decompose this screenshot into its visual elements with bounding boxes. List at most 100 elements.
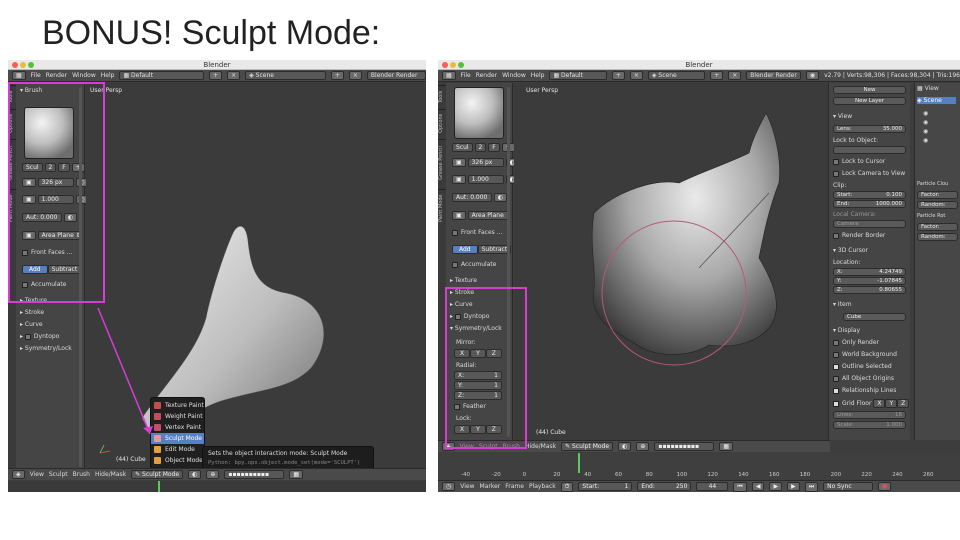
- item-section-header[interactable]: ▾ Item: [833, 301, 906, 308]
- render-border-checkbox[interactable]: [833, 232, 839, 239]
- brush-name-field[interactable]: Scul: [452, 143, 473, 152]
- scene-select[interactable]: ◈ Scene: [245, 71, 326, 80]
- camera-field[interactable]: Camera: [833, 220, 906, 228]
- section-symmetry[interactable]: ▸ Symmetry/Lock: [20, 345, 72, 352]
- next-key-icon[interactable]: ▶: [787, 482, 800, 491]
- preview-range-icon[interactable]: ⏱: [560, 481, 574, 492]
- add-direction-button[interactable]: Add: [452, 245, 478, 254]
- sculpt-plane-icon[interactable]: ▣: [452, 211, 466, 220]
- timeline-playback-menu[interactable]: Playback: [529, 483, 556, 490]
- relationship-lines-row[interactable]: Relationship Lines: [833, 387, 906, 394]
- menu-edit-mode[interactable]: Edit Mode: [151, 444, 204, 455]
- shading-icon[interactable]: ◐: [618, 442, 632, 451]
- front-faces-row[interactable]: Front Faces ...: [452, 229, 502, 236]
- 3d-viewport[interactable]: User Persp (44) Cube: [514, 83, 828, 440]
- play-icon[interactable]: ▶: [769, 482, 783, 491]
- prev-key-icon[interactable]: ◀: [751, 482, 765, 491]
- add-layout-icon[interactable]: +: [611, 71, 625, 80]
- clip-start-field[interactable]: Start: 0.100: [833, 191, 906, 199]
- grid-y-toggle[interactable]: Y: [885, 399, 898, 408]
- accumulate-checkbox[interactable]: [452, 261, 458, 268]
- grid-x-toggle[interactable]: X: [873, 399, 886, 408]
- layers-grid[interactable]: ▪▪▪▪▪▪▪▪▪▪: [654, 442, 715, 451]
- particle-random-field[interactable]: Random:: [917, 201, 958, 209]
- footer-sculpt-menu[interactable]: Sculpt: [49, 471, 68, 478]
- menu-vertex-paint[interactable]: Vertex Paint: [151, 422, 204, 433]
- cursor-z-field[interactable]: Z: 0.80655: [833, 286, 906, 294]
- all-origins-checkbox[interactable]: [833, 375, 839, 382]
- tab-paint-mode[interactable]: Paint Mode: [438, 189, 446, 227]
- grease-new-button[interactable]: New: [833, 86, 906, 94]
- mode-select[interactable]: ✎ Sculpt Mode: [131, 470, 184, 479]
- layers-grid[interactable]: ▪▪▪▪▪▪▪▪▪▪: [224, 470, 285, 479]
- end-frame-field[interactable]: End: 250: [637, 482, 692, 491]
- current-frame-marker[interactable]: [578, 453, 580, 473]
- menu-help[interactable]: Help: [531, 72, 545, 79]
- front-faces-checkbox[interactable]: [452, 229, 458, 236]
- timeline-marker-menu[interactable]: Marker: [480, 483, 501, 490]
- remove-scene-icon[interactable]: ×: [728, 71, 742, 80]
- editor-type-icon[interactable]: ▦: [12, 71, 26, 80]
- footer-view-menu[interactable]: View: [30, 471, 44, 478]
- add-layout-icon[interactable]: +: [209, 71, 223, 80]
- sync-select[interactable]: No Sync: [823, 482, 874, 491]
- item-name-field[interactable]: Cube: [843, 313, 906, 321]
- autosmooth-field[interactable]: Aut: 0.000: [452, 193, 492, 202]
- layout-select[interactable]: ▦ Default: [119, 71, 205, 80]
- cursor-section-header[interactable]: ▾ 3D Cursor: [833, 247, 906, 254]
- relationship-lines-checkbox[interactable]: [833, 387, 839, 394]
- pivot-icon[interactable]: ⊕: [636, 442, 650, 451]
- strength-icon[interactable]: ▣: [452, 175, 466, 184]
- timeline-editor[interactable]: -40 -20 0 20 40 60 80 100 120 140 160 180 200 220 240 2…: [438, 453, 960, 480]
- jump-end-icon[interactable]: ⏭: [804, 481, 819, 492]
- menu-weight-paint[interactable]: Weight Paint: [151, 411, 204, 422]
- world-background-checkbox[interactable]: [833, 351, 839, 358]
- lock-object-field[interactable]: [833, 146, 906, 154]
- lens-field[interactable]: Lens: 35.000: [833, 125, 906, 133]
- outline-selected-row[interactable]: Outline Selected: [833, 363, 906, 370]
- footer-brush-menu[interactable]: Brush: [73, 471, 90, 478]
- rot-random-field[interactable]: Random:: [917, 233, 958, 241]
- timeline-strip[interactable]: [8, 481, 426, 492]
- jump-start-icon[interactable]: ⏮: [733, 481, 747, 492]
- remove-layout-icon[interactable]: ×: [629, 71, 643, 80]
- footer-editor-type-icon[interactable]: ◈: [12, 470, 25, 479]
- timeline-view-menu[interactable]: View: [460, 483, 474, 490]
- tab-grease-pencil[interactable]: Grease Pencil: [438, 139, 446, 187]
- menu-render[interactable]: Render: [476, 72, 497, 79]
- autosmooth-pressure-icon[interactable]: ◐: [493, 193, 508, 202]
- remove-scene-icon[interactable]: ×: [348, 71, 362, 80]
- grid-floor-row[interactable]: Grid Floor XYZ: [833, 399, 910, 408]
- particle-factor-field[interactable]: Factor:: [917, 191, 958, 199]
- all-object-origins-row[interactable]: All Object Origins: [833, 375, 906, 382]
- brush-preview-thumbnail[interactable]: [454, 87, 504, 139]
- current-frame-field[interactable]: 44: [696, 482, 729, 491]
- accumulate-row[interactable]: Accumulate: [452, 261, 496, 268]
- pivot-icon[interactable]: ⊕: [206, 470, 220, 479]
- radius-unit-icon[interactable]: ▣: [452, 158, 466, 167]
- fake-user-toggle[interactable]: F: [488, 143, 500, 152]
- radius-field[interactable]: 326 px: [467, 158, 504, 167]
- section-stroke[interactable]: ▸ Stroke: [20, 309, 44, 316]
- lock-camera-checkbox[interactable]: [833, 170, 839, 177]
- lock-cursor-checkbox[interactable]: [833, 158, 839, 165]
- section-dyntopo[interactable]: ▸ Dyntopo: [20, 333, 59, 340]
- strength-field[interactable]: 1.000: [467, 175, 504, 184]
- cursor-y-field[interactable]: Y: -1.07845: [833, 277, 906, 285]
- lock-camera-row[interactable]: Lock Camera to View: [833, 170, 906, 177]
- menu-sculpt-mode[interactable]: Sculpt Mode: [151, 433, 204, 444]
- add-scene-icon[interactable]: +: [330, 71, 344, 80]
- record-icon[interactable]: ●: [878, 482, 892, 491]
- tab-options[interactable]: Options: [438, 109, 446, 137]
- render-engine-select[interactable]: Blender Render: [746, 71, 801, 80]
- dyntopo-checkbox[interactable]: [24, 333, 31, 340]
- render-border-row[interactable]: Render Border: [833, 232, 906, 239]
- menu-help[interactable]: Help: [101, 72, 115, 79]
- timeline-frame-menu[interactable]: Frame: [505, 483, 524, 490]
- grid-lines-field[interactable]: Lines: 16: [833, 411, 906, 419]
- outliner-view-menu[interactable]: ▦ View: [917, 85, 956, 92]
- section-curve[interactable]: ▸ Curve: [20, 321, 43, 328]
- menu-window[interactable]: Window: [72, 72, 96, 79]
- menu-render[interactable]: Render: [46, 72, 67, 79]
- render-preview-icon[interactable]: ▦: [289, 470, 304, 479]
